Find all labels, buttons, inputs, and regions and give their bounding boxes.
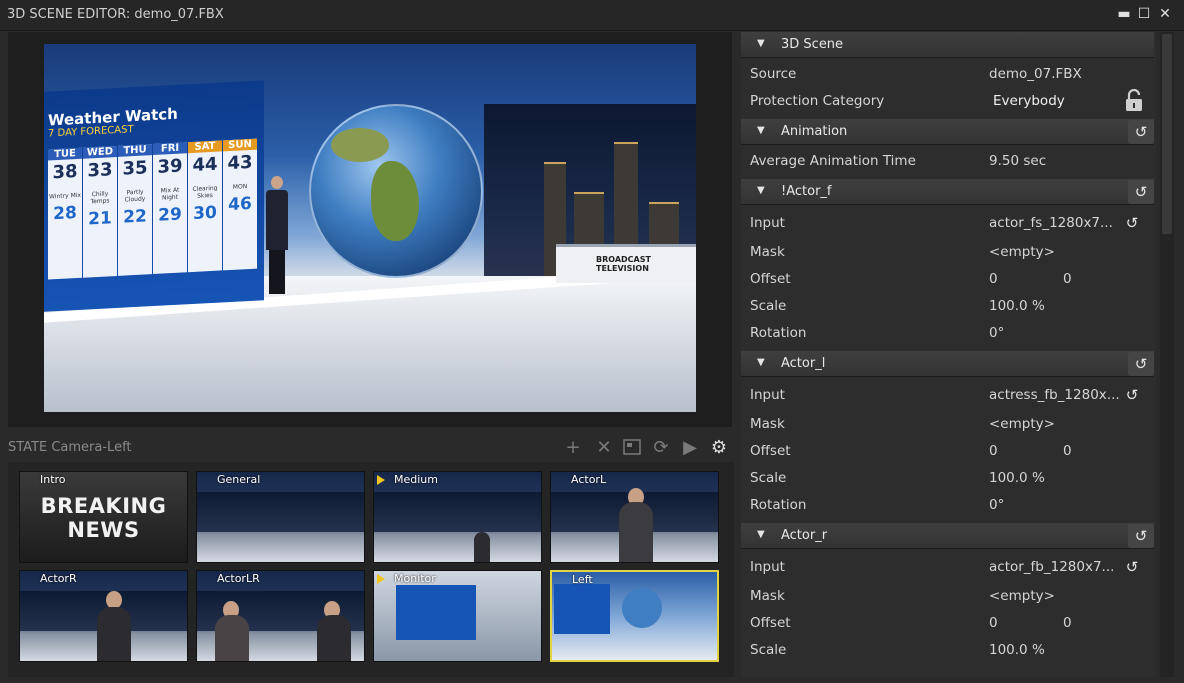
thumbnail-actorlr[interactable]: ActorLR (196, 570, 365, 662)
offset-x-value[interactable]: 0 (989, 443, 998, 459)
minimize-button[interactable]: ▬ (1116, 6, 1132, 22)
refresh-icon[interactable]: ⟳ (651, 438, 671, 458)
reset-input-button[interactable]: ↺ (1119, 555, 1145, 579)
weather-board: Weather Watch 7 DAY FORECAST TUE 38 Wintr… (44, 80, 264, 312)
mask-label: Mask (750, 416, 785, 432)
thumbnail-left[interactable]: Left (550, 570, 719, 662)
image-icon[interactable] (622, 438, 642, 458)
section-actor-r[interactable]: ▼ Actor_r (741, 523, 1154, 549)
scale-value[interactable]: 100.0 % (989, 470, 1045, 486)
news-desk: BROADCAST TELEVISION (556, 244, 696, 283)
desk-logo: BROADCAST TELEVISION (596, 255, 651, 273)
rotation-value[interactable]: 0° (989, 325, 1004, 341)
delete-icon[interactable]: ✕ (594, 438, 614, 458)
offset-x-value[interactable]: 0 (989, 271, 998, 287)
offset-label: Offset (750, 615, 791, 631)
input-label: Input (750, 215, 785, 231)
forecast-day: FRI 39 Mix At Night 29 (153, 142, 187, 275)
input-label: Input (750, 559, 785, 575)
add-icon[interactable]: + (563, 438, 583, 458)
input-value[interactable]: actress_fb_1280x... (989, 387, 1120, 403)
mask-value[interactable]: <empty> (989, 416, 1055, 432)
thumbnail-general[interactable]: General (196, 471, 365, 563)
section-actor-l[interactable]: ▼ Actor_l (741, 351, 1154, 377)
avg-animation-value: 9.50 sec (989, 153, 1047, 169)
collapse-arrow-icon[interactable]: ▼ (757, 125, 765, 136)
protection-label: Protection Category (750, 93, 885, 109)
collapse-arrow-icon[interactable]: ▼ (757, 357, 765, 368)
scale-value[interactable]: 100.0 % (989, 642, 1045, 658)
thumbnail-intro[interactable]: Intro BREAKING NEWS (19, 471, 188, 563)
rotation-value[interactable]: 0° (989, 497, 1004, 513)
reset-input-button[interactable]: ↺ (1119, 383, 1145, 407)
offset-label: Offset (750, 271, 791, 287)
input-value[interactable]: actor_fs_1280x7... (989, 215, 1113, 231)
collapse-arrow-icon[interactable]: ▼ (757, 185, 765, 196)
offset-y-value[interactable]: 0 (1063, 271, 1072, 287)
scale-label: Scale (750, 470, 787, 486)
window-title: 3D SCENE EDITOR: demo_07.FBX (7, 7, 224, 22)
scene-render[interactable]: Weather Watch 7 DAY FORECAST TUE 38 Wintr… (44, 44, 696, 412)
source-value: demo_07.FBX (989, 66, 1082, 82)
avg-animation-label: Average Animation Time (750, 153, 916, 169)
mask-value[interactable]: <empty> (989, 244, 1055, 260)
forecast-days: TUE 38 Wintry Mix 28 WED 33 Chilly Temps 21 … (48, 138, 260, 280)
state-label: STATE Camera-Left (8, 440, 132, 455)
protection-dropdown[interactable]: Everybody (993, 93, 1065, 109)
maximize-button[interactable]: ☐ (1136, 6, 1152, 22)
reset-actor-f-button[interactable]: ↺ (1128, 180, 1154, 204)
forecast-day: SUN 43 MON 46 (223, 138, 257, 271)
offset-y-value[interactable]: 0 (1063, 615, 1072, 631)
presenter-figure (266, 176, 288, 296)
mask-label: Mask (750, 244, 785, 260)
reset-actor-r-button[interactable]: ↺ (1128, 524, 1154, 548)
offset-label: Offset (750, 443, 791, 459)
forecast-day: WED 33 Chilly Temps 21 (83, 145, 117, 278)
offset-y-value[interactable]: 0 (1063, 443, 1072, 459)
reset-input-button[interactable]: ↺ (1119, 211, 1145, 235)
rotation-label: Rotation (750, 497, 807, 513)
forecast-day: SAT 44 Clearing Skies 30 (188, 140, 222, 273)
globe (309, 104, 483, 278)
collapse-arrow-icon[interactable]: ▼ (757, 529, 765, 540)
thumbnail-actorr[interactable]: ActorR (19, 570, 188, 662)
collapse-arrow-icon[interactable]: ▼ (757, 38, 765, 49)
thumbnail-monitor[interactable]: Monitor (373, 570, 542, 662)
source-label: Source (750, 66, 797, 82)
close-button[interactable]: ✕ (1157, 6, 1173, 22)
forecast-day: TUE 38 Wintry Mix 28 (48, 147, 82, 280)
play-icon[interactable]: ▶ (680, 438, 700, 458)
unlock-icon[interactable] (1124, 88, 1144, 112)
reset-animation-button[interactable]: ↺ (1128, 120, 1154, 144)
reset-actor-l-button[interactable]: ↺ (1128, 352, 1154, 376)
section-3d-scene[interactable]: ▼ 3D Scene (741, 32, 1154, 58)
scale-label: Scale (750, 298, 787, 314)
gear-icon[interactable]: ⚙ (709, 438, 729, 458)
input-value[interactable]: actor_fb_1280x7... (989, 559, 1114, 575)
title-bar: 3D SCENE EDITOR: demo_07.FBX ▬ ☐ ✕ (0, 0, 1184, 31)
scene-viewport[interactable]: Weather Watch 7 DAY FORECAST TUE 38 Wintr… (8, 32, 732, 427)
rotation-label: Rotation (750, 325, 807, 341)
offset-x-value[interactable]: 0 (989, 615, 998, 631)
forecast-day: THU 35 Partly Cloudy 22 (118, 144, 152, 276)
thumbnail-actorl[interactable]: ActorL (550, 471, 719, 563)
input-label: Input (750, 387, 785, 403)
scale-label: Scale (750, 642, 787, 658)
scale-value[interactable]: 100.0 % (989, 298, 1045, 314)
play-marker-icon (377, 574, 385, 584)
scrollbar-thumb[interactable] (1162, 34, 1172, 234)
thumbnail-medium[interactable]: Medium (373, 471, 542, 563)
section-actor-f[interactable]: ▼ !Actor_f (741, 179, 1154, 205)
play-marker-icon (377, 475, 385, 485)
section-animation[interactable]: ▼ Animation (741, 119, 1154, 145)
mask-label: Mask (750, 588, 785, 604)
mask-value[interactable]: <empty> (989, 588, 1055, 604)
breaking-news-text: BREAKING NEWS (40, 494, 167, 542)
